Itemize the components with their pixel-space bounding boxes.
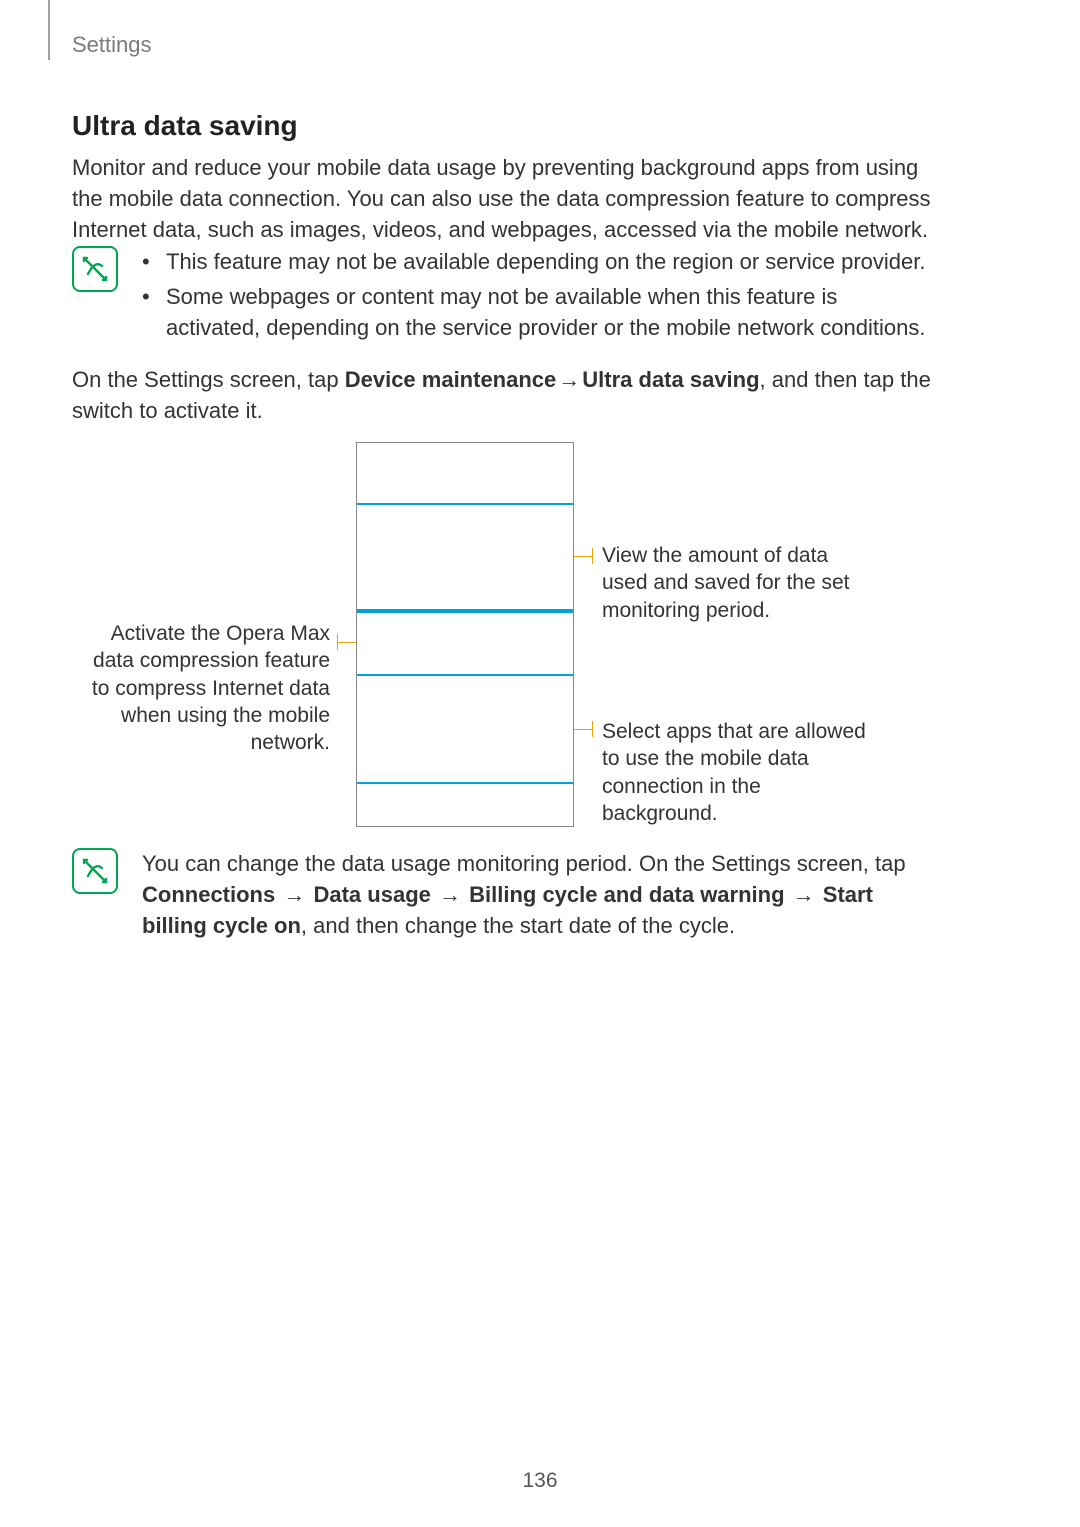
note-block-1: This feature may not be available depend… [72,246,942,348]
navigation-path: On the Settings screen, tap Device maint… [72,364,942,426]
note-icon [72,246,118,292]
intro-paragraph: Monitor and reduce your mobile data usag… [72,152,942,246]
text: You can change the data usage monitoring… [142,851,906,876]
phone-outline [356,442,574,827]
path-step: Billing cycle and data warning [469,882,784,907]
page-number: 136 [0,1469,1080,1493]
note-list: This feature may not be available depend… [142,246,932,348]
note-icon [72,848,118,894]
note-block-2: You can change the data usage monitoring… [72,848,942,942]
header-section-label: Settings [72,32,152,58]
note-text: You can change the data usage monitoring… [142,848,932,942]
path-step: Ultra data saving [582,367,759,392]
diagram-panel-bottom [357,676,573,784]
path-step: Device maintenance [345,367,557,392]
arrow-icon: → [791,882,817,907]
leader-line [338,642,356,643]
leader-line [574,556,592,557]
note-list-item: Some webpages or content may not be avai… [142,281,932,343]
header-rule [48,0,50,60]
leader-tick [592,721,593,737]
leader-line [574,729,592,730]
note-list-item: This feature may not be available depend… [142,246,932,277]
path-step: Data usage [313,882,430,907]
page-title: Ultra data saving [72,110,298,142]
arrow-icon: → [281,882,307,907]
screenshot-diagram: View the amount of data used and saved f… [72,442,942,837]
path-step: Connections [142,882,275,907]
diagram-panel-middle [357,611,573,676]
callout-right-top: View the amount of data used and saved f… [602,542,872,624]
text: , and then change the start date of the … [301,913,735,938]
manual-page: Settings Ultra data saving Monitor and r… [0,0,1080,1527]
callout-left: Activate the Opera Max data compression … [72,620,330,756]
diagram-panel-top [357,503,573,611]
leader-tick [592,548,593,564]
leader-tick [337,634,338,650]
arrow-icon: → [556,367,582,392]
arrow-icon: → [437,882,463,907]
text: On the Settings screen, tap [72,367,345,392]
callout-right-bottom: Select apps that are allowed to use the … [602,718,882,827]
